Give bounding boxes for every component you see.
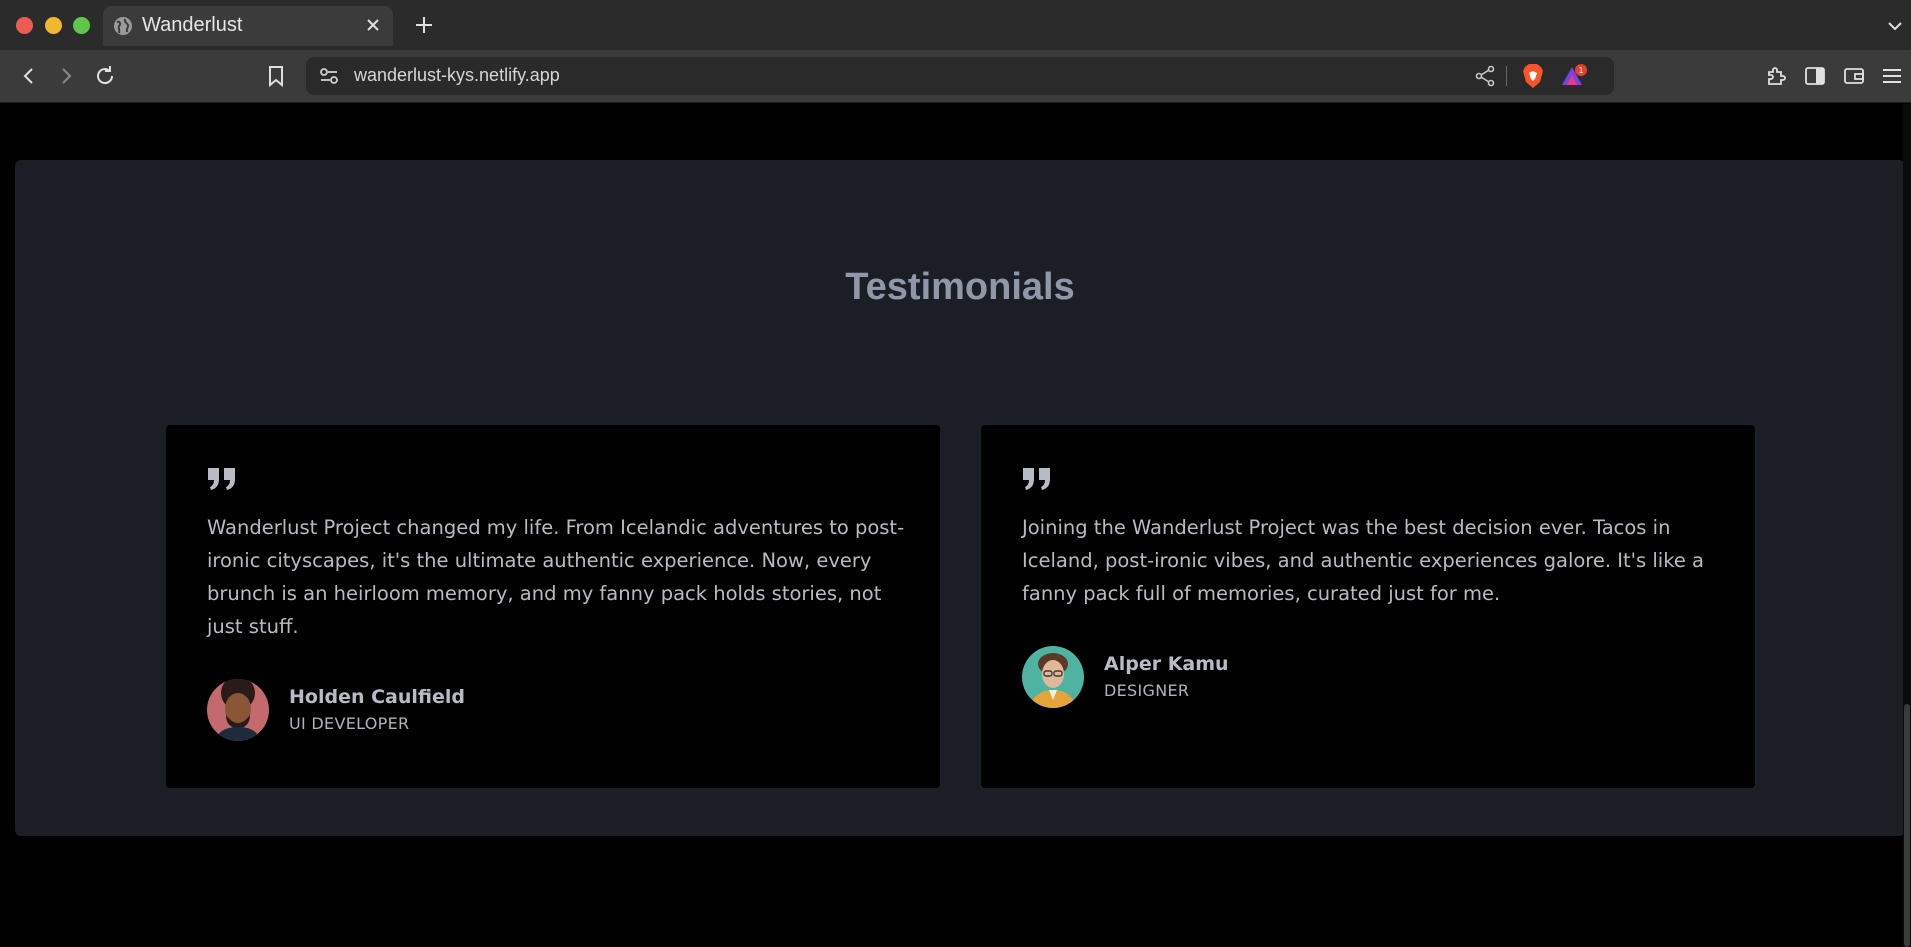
site-info-icon[interactable] xyxy=(318,65,340,87)
close-icon[interactable] xyxy=(363,15,383,35)
scrollbar-thumb[interactable] xyxy=(1904,704,1910,947)
quote-icon xyxy=(1023,468,1050,490)
sidebar-icon[interactable] xyxy=(1803,64,1827,88)
browser-toolbar: wanderlust-kys.netlify.app 1 xyxy=(0,50,1911,103)
testimonial-card: Joining the Wanderlust Project was the b… xyxy=(981,425,1755,788)
quote-icon xyxy=(208,468,235,490)
avatar xyxy=(1022,646,1084,708)
bookmark-icon[interactable] xyxy=(264,64,288,88)
minimize-window-button[interactable] xyxy=(45,17,62,34)
author-role: UI DEVELOPER xyxy=(289,714,410,733)
browser-tab[interactable]: Wanderlust xyxy=(103,6,393,46)
plus-icon[interactable] xyxy=(413,14,435,36)
maximize-window-button[interactable] xyxy=(73,17,90,34)
share-icon[interactable] xyxy=(1474,65,1496,87)
address-bar-divider xyxy=(1506,66,1507,86)
wallet-icon[interactable] xyxy=(1842,64,1866,88)
testimonial-quote: Joining the Wanderlust Project was the b… xyxy=(1022,516,1704,605)
address-bar[interactable]: wanderlust-kys.netlify.app 1 xyxy=(306,57,1614,95)
testimonial-quote: Wanderlust Project changed my life. From… xyxy=(207,516,905,638)
close-window-button[interactable] xyxy=(16,17,33,34)
hamburger-menu-icon[interactable] xyxy=(1880,64,1904,88)
page-scrollbar[interactable] xyxy=(1903,104,1911,947)
tab-title: Wanderlust xyxy=(142,14,243,36)
brave-shields-icon[interactable] xyxy=(1521,63,1545,89)
globe-icon xyxy=(114,17,132,35)
url-text: wanderlust-kys.netlify.app xyxy=(354,65,560,85)
page-viewport: Testimonials Wanderlust Project changed … xyxy=(0,104,1911,947)
section-title: Testimonials xyxy=(845,266,1075,308)
testimonials-section: Testimonials Wanderlust Project changed … xyxy=(15,160,1905,836)
chevron-down-icon[interactable] xyxy=(1885,16,1905,36)
puzzle-icon[interactable] xyxy=(1764,64,1788,88)
avatar xyxy=(207,679,269,741)
author-name: Alper Kamu xyxy=(1104,653,1229,675)
back-arrow-icon[interactable] xyxy=(17,64,41,88)
rewards-badge-count: 1 xyxy=(1578,66,1583,75)
reload-icon[interactable] xyxy=(93,64,117,88)
brave-rewards-icon[interactable]: 1 xyxy=(1560,63,1588,89)
author-role: DESIGNER xyxy=(1104,681,1190,700)
author-name: Holden Caulfield xyxy=(289,686,465,708)
forward-arrow-icon[interactable] xyxy=(54,64,78,88)
browser-tab-bar: Wanderlust xyxy=(0,0,1911,50)
testimonial-card: Wanderlust Project changed my life. From… xyxy=(166,425,940,788)
